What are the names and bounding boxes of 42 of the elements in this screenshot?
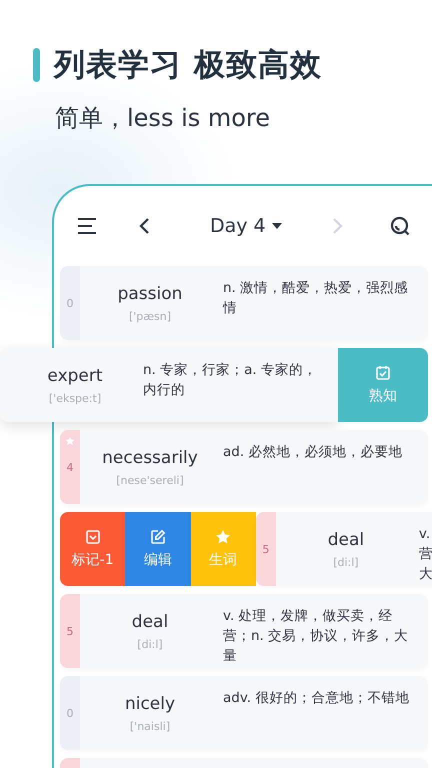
definition: adv. 很好的；合意地；不错地 (222, 689, 410, 708)
check-box-icon (84, 529, 101, 545)
review-count: 0 (66, 706, 74, 720)
phonetic: ['ekspe:t] (48, 392, 102, 404)
definition: ad. 必然地，必须地，必要地 (222, 443, 404, 462)
calendar-check-icon (375, 365, 391, 381)
back-icon[interactable] (138, 217, 150, 235)
word: deal (328, 530, 364, 550)
word-card[interactable]: 0 nicely ['naisli] adv. 很好的；合意地；不错地 (60, 676, 428, 750)
definition: v.营大 (418, 525, 432, 584)
word-card[interactable]: 5 deal [di:l] v.营大 (256, 512, 432, 586)
review-count: 4 (66, 460, 74, 474)
definition: n. 激情，酷爱，热爱，强烈感情 (222, 279, 410, 318)
caret-icon (272, 223, 282, 229)
word: expert (47, 366, 103, 386)
search-icon[interactable] (390, 216, 410, 236)
word: necessarily (102, 448, 198, 468)
review-count: 5 (66, 624, 74, 638)
accent-bar (33, 48, 40, 82)
word: passion (118, 284, 182, 304)
word-card[interactable]: 5 deal [di:l] v. 处理，发牌，做买卖，经营；n. 交易，协议，许多，大量 (60, 594, 428, 668)
phonetic: [di:l] (137, 638, 163, 650)
review-count: 0 (66, 296, 74, 310)
phonetic: [di:l] (333, 556, 359, 568)
star-icon (215, 529, 232, 545)
word: deal (132, 612, 168, 632)
phonetic: ['pæsn] (128, 310, 172, 322)
definition: v. 处理，发牌，做买卖，经营；n. 交易，协议，许多，大量 (222, 607, 410, 666)
phonetic: ['naisli] (130, 720, 170, 732)
word-card[interactable]: expert ['ekspe:t] n. 专家，行家；a. 专家的，内行的 (0, 348, 338, 422)
headline: 列表学习 极致高效 (54, 46, 322, 85)
menu-icon[interactable] (76, 217, 98, 235)
word-card[interactable]: 0 passion ['pæsn] n. 激情，酷爱，热爱，强烈感情 (60, 266, 428, 340)
review-count: 5 (262, 542, 270, 556)
day-selector[interactable]: Day 4 (210, 215, 282, 237)
subtitle: 简单，less is more (55, 103, 272, 134)
word: nicely (124, 694, 176, 714)
edit-icon (150, 529, 166, 545)
phonetic: [nese'sereli] (116, 474, 184, 486)
edit-button[interactable]: 编辑 (125, 512, 191, 586)
word-card[interactable]: 4 necessarily [nese'sereli] ad. 必然地，必须地，必要地 (60, 430, 428, 504)
definition: n. 专家，行家；a. 专家的，内行的 (142, 361, 318, 400)
